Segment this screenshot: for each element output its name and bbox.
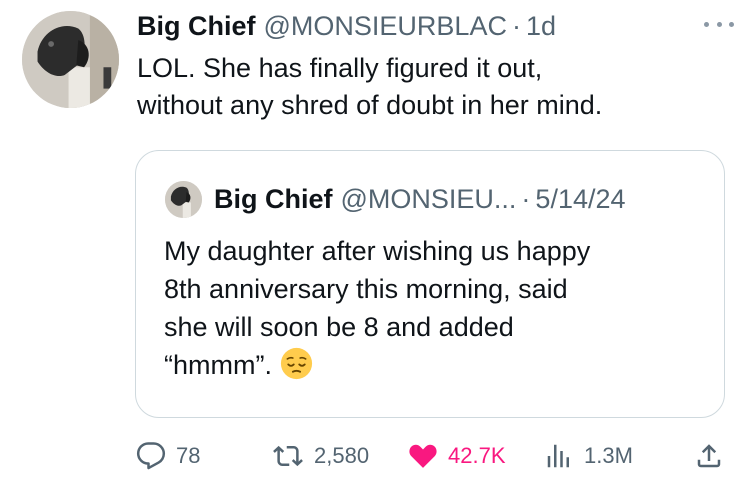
quoted-author-handle: @MONSIEU...: [340, 183, 517, 214]
post-header: Big Chief @MONSIEURBLAC · 1d: [137, 6, 556, 46]
author-name[interactable]: Big Chief: [137, 11, 256, 42]
reply-icon: [136, 442, 166, 470]
quoted-text-line: 8th anniversary this morning, said: [164, 274, 568, 304]
quoted-post-date: 5/14/24: [535, 183, 626, 214]
views-button[interactable]: 1.3M: [544, 436, 633, 476]
separator-dot: ·: [511, 10, 521, 41]
share-icon: [697, 444, 721, 468]
views-count: 1.3M: [584, 443, 633, 468]
avatar-image: [22, 11, 119, 108]
separator-dot: ·: [521, 183, 531, 214]
share-button[interactable]: [694, 436, 724, 476]
author-avatar[interactable]: [22, 11, 119, 108]
quoted-author-avatar: [165, 181, 202, 218]
post-text: LOL. She has finally figured it out, wit…: [137, 50, 727, 124]
quoted-text-line: My daughter after wishing us happy: [164, 236, 591, 266]
more-horizontal-icon: [704, 21, 709, 27]
reply-button[interactable]: 78: [136, 436, 200, 476]
quoted-avatar-image: [165, 181, 202, 218]
post-text-line: LOL. She has finally figured it out,: [137, 53, 543, 83]
repost-count: 2,580: [314, 443, 370, 468]
repost-icon: [273, 445, 303, 467]
more-options-button[interactable]: [704, 18, 734, 30]
quoted-author-name: Big Chief: [214, 183, 333, 214]
like-count: 42.7K: [448, 443, 506, 468]
more-horizontal-icon-dot: [729, 21, 734, 27]
quoted-post[interactable]: Big Chief @MONSIEU... · 5/14/24 My daugh…: [135, 150, 725, 418]
more-horizontal-icon-dot: [716, 21, 722, 27]
pensive-face-emoji-icon: [280, 347, 313, 380]
quoted-post-header: Big Chief @MONSIEU... · 5/14/24: [214, 179, 626, 219]
post-timestamp[interactable]: 1d: [526, 11, 556, 42]
quoted-text-line: she will soon be 8 and added: [164, 312, 514, 342]
reply-count: 78: [176, 443, 201, 468]
quoted-text-line: “hmmm”.: [164, 350, 272, 380]
author-handle[interactable]: @MONSIEURBLAC: [264, 11, 507, 42]
like-icon: [409, 444, 437, 468]
post-text-line: without any shred of doubt in her mind.: [137, 90, 603, 120]
quoted-post-text: My daughter after wishing us happy 8th a…: [164, 232, 704, 384]
quoted-text-line-last: “hmmm”.: [164, 346, 704, 384]
views-icon: [547, 444, 569, 468]
post-actions-bar: 78 2,580 42.7K 1.3M: [136, 436, 726, 476]
like-button[interactable]: 42.7K: [408, 436, 506, 476]
repost-button[interactable]: 2,580: [272, 436, 369, 476]
